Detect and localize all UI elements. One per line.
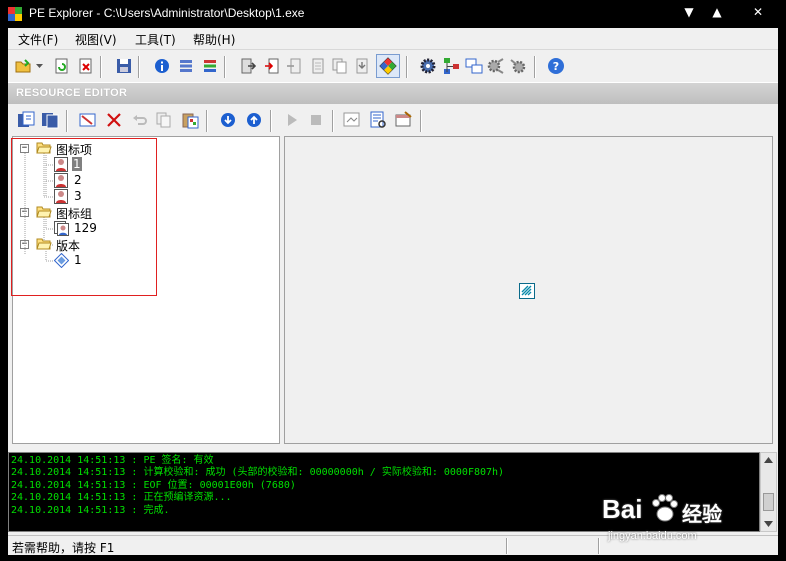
close-button[interactable]: ✕	[747, 3, 769, 21]
save-icon[interactable]	[114, 56, 134, 76]
delete-resource-icon[interactable]	[284, 56, 304, 76]
directories-icon[interactable]	[200, 56, 220, 76]
toolbar-separator	[100, 56, 102, 78]
stop-icon[interactable]	[306, 110, 326, 130]
menu-bar: 文件(F) 视图(V) 工具(T) 帮助(H)	[8, 28, 778, 50]
view-window-icon[interactable]	[342, 110, 362, 130]
close-file-icon[interactable]	[76, 56, 96, 76]
toolbar-separator	[138, 56, 140, 78]
save-all-resources-icon[interactable]	[40, 110, 60, 130]
save-resource-icon[interactable]	[16, 110, 36, 130]
update-document-icon[interactable]	[352, 56, 372, 76]
title-bar: PE Explorer - C:\Users\Administrator\Des…	[0, 0, 786, 28]
scroll-up-icon[interactable]	[764, 457, 773, 463]
resource-preview-panel	[284, 136, 773, 444]
sections-icon[interactable]	[176, 56, 196, 76]
menu-tools[interactable]: 工具(T)	[135, 31, 176, 48]
document-icon[interactable]	[308, 56, 328, 76]
resource-editor-title: RESOURCE EDITOR	[16, 87, 128, 99]
toolbar-separator	[420, 110, 422, 132]
log-line: 24.10.2014 14:51:13 : 完成.	[11, 504, 170, 516]
help-icon[interactable]: ?	[546, 56, 566, 76]
status-text: 若需帮助，请按 F1	[12, 541, 115, 555]
log-line: 24.10.2014 14:51:13 : 正在预编译资源...	[11, 492, 232, 504]
log-scrollbar[interactable]	[760, 452, 777, 532]
windows-icon[interactable]	[464, 56, 484, 76]
reload-icon[interactable]	[52, 56, 72, 76]
main-toolbar: ?	[8, 52, 778, 82]
scroll-down-icon[interactable]	[764, 521, 773, 527]
status-divider	[506, 538, 508, 554]
toolbar-separator	[206, 110, 208, 132]
menu-file[interactable]: 文件(F)	[18, 31, 58, 48]
tree-item-connectors	[24, 153, 54, 262]
open-folder-icon[interactable]	[14, 56, 34, 76]
status-bar: 若需帮助，请按 F1	[8, 535, 778, 555]
minimize-button[interactable]: ▼	[678, 3, 700, 21]
dropdown-arrow-icon[interactable]	[34, 56, 44, 76]
properties-icon[interactable]	[394, 110, 414, 130]
log-line: 24.10.2014 14:51:13 : PE 签名: 有效	[11, 455, 214, 466]
menu-view[interactable]: 视图(V)	[75, 31, 117, 48]
resource-editor-header: RESOURCE EDITOR	[8, 82, 778, 104]
resource-editor-icon[interactable]	[376, 54, 400, 78]
window-title: PE Explorer - C:\Users\Administrator\Des…	[29, 6, 305, 20]
resource-preview-icon	[519, 283, 535, 299]
log-line: 24.10.2014 14:51:13 : EOF 位置: 00001E00h …	[11, 479, 296, 491]
tools-gear-icon[interactable]	[486, 56, 506, 76]
toolbar-separator	[332, 110, 334, 132]
toolbar-separator	[66, 110, 68, 132]
status-divider	[598, 538, 600, 554]
info-icon[interactable]	[152, 56, 172, 76]
delete-x-icon[interactable]	[104, 110, 124, 130]
edit-resource-icon[interactable]	[78, 110, 98, 130]
menu-help[interactable]: 帮助(H)	[193, 31, 235, 48]
export-icon[interactable]	[238, 56, 258, 76]
paste-icon[interactable]	[180, 110, 200, 130]
copy-icon[interactable]	[154, 110, 174, 130]
resource-toolbar	[8, 106, 778, 136]
toolbar-separator	[270, 110, 272, 132]
log-line: 24.10.2014 14:51:13 : 计算校验和: 成功 (头部的校验和:…	[11, 467, 505, 479]
move-down-icon[interactable]	[218, 110, 238, 130]
move-up-icon[interactable]	[244, 110, 264, 130]
toolbar-separator	[224, 56, 226, 78]
undo-icon[interactable]	[130, 110, 150, 130]
log-output: 24.10.2014 14:51:13 : PE 签名: 有效 24.10.20…	[8, 452, 760, 532]
disassembler-gear-icon[interactable]	[418, 56, 438, 76]
scroll-thumb[interactable]	[763, 493, 774, 511]
settings-gear-icon[interactable]	[508, 56, 528, 76]
toolbar-separator	[534, 56, 536, 78]
copy-document-icon[interactable]	[330, 56, 350, 76]
view-report-icon[interactable]	[368, 110, 388, 130]
maximize-button[interactable]: ▲	[706, 3, 728, 21]
play-icon[interactable]	[282, 110, 302, 130]
main-window: 文件(F) 视图(V) 工具(T) 帮助(H) ? RESOURCE EDITO…	[8, 28, 778, 555]
pe-explorer-app-icon	[8, 7, 22, 21]
svg-text:?: ?	[553, 60, 559, 73]
toolbar-separator	[406, 56, 408, 78]
import-icon[interactable]	[262, 56, 282, 76]
dependency-scanner-icon[interactable]	[442, 56, 462, 76]
